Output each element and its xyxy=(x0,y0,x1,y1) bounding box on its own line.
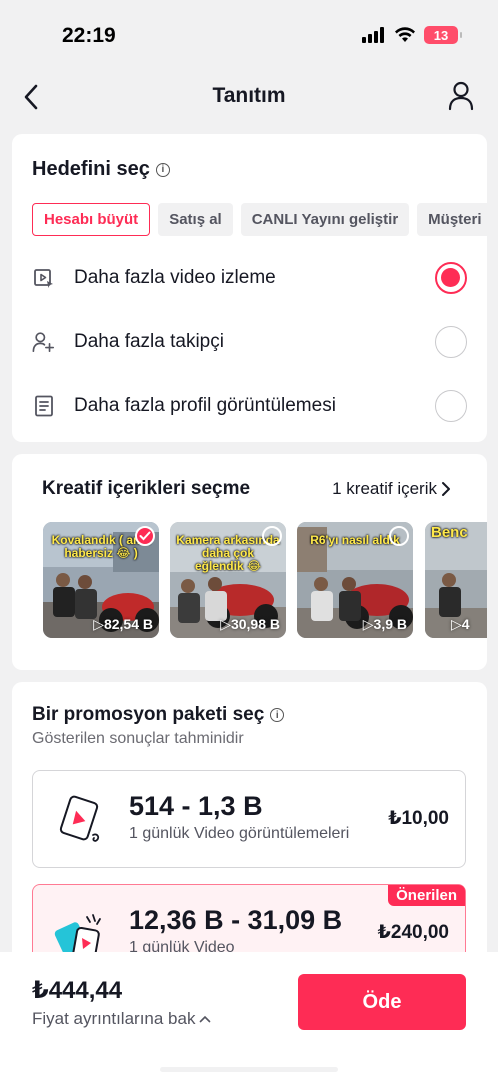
info-icon[interactable]: i xyxy=(155,162,170,177)
goal-card: Hedefini seç i Hesabı büyüt Satış al CAN… xyxy=(12,134,487,442)
status-time: 22:19 xyxy=(62,24,116,47)
person-icon xyxy=(448,81,474,111)
radio-selected[interactable] xyxy=(435,262,467,294)
add-user-icon xyxy=(32,330,56,354)
thumbnail-caption: Benc xyxy=(431,524,468,541)
creative-count-label: 1 kreatif içerik xyxy=(332,479,437,498)
package-description: 1 günlük Video görüntülemeleri xyxy=(129,825,350,842)
thumbnail-views: ▷30,98 B xyxy=(220,616,280,632)
package-title: Bir promosyon paketi seç i xyxy=(32,704,285,726)
price-details-link[interactable]: Fiyat ayrıntılarına bak xyxy=(32,1009,211,1029)
creative-thumbnail[interactable]: Kamera arkasında daha çok eğlendik 😂 ▷30… xyxy=(170,522,286,638)
chevron-right-icon xyxy=(442,482,450,496)
creative-title: Kreatif içerikleri seçme xyxy=(42,478,251,499)
status-bar: 22:19 13 xyxy=(0,0,498,70)
wifi-icon xyxy=(395,27,415,42)
price-details-label: Fiyat ayrıntılarına bak xyxy=(32,1009,196,1028)
creative-thumbnail[interactable]: R6'yı nasıl aldık ▷3,9 B xyxy=(297,522,413,638)
signal-icon xyxy=(362,27,384,43)
radio-unselected[interactable] xyxy=(435,390,467,422)
creative-count-link[interactable]: 1 kreatif içerik xyxy=(332,479,451,499)
option-label: Daha fazla video izleme xyxy=(74,267,276,288)
option-more-video-views[interactable]: Daha fazla video izleme xyxy=(32,258,467,298)
package-title-text: Bir promosyon paketi seç xyxy=(32,704,265,725)
goal-chips: Hesabı büyüt Satış al CANLI Yayını geliş… xyxy=(32,203,487,236)
package-subtitle: Gösterilen sonuçlar tahminidir xyxy=(32,730,244,747)
document-icon xyxy=(32,394,56,418)
home-indicator xyxy=(160,1067,338,1072)
option-label: Daha fazla takipçi xyxy=(74,331,224,352)
info-icon[interactable]: i xyxy=(270,708,285,722)
package-card: Bir promosyon paketi seç i Gösterilen so… xyxy=(12,682,487,982)
thumbnail-views: ▷82,54 B xyxy=(93,616,153,632)
header: Tanıtım xyxy=(0,70,498,124)
chevron-up-icon xyxy=(200,1015,211,1023)
battery-icon: 13 xyxy=(424,26,462,44)
thumbnail-views: ▷4 xyxy=(451,616,470,632)
package-range: 514 - 1,3 B xyxy=(129,791,263,821)
video-play-icon xyxy=(32,266,56,290)
thumbnail-checkbox[interactable] xyxy=(262,526,282,546)
page-title: Tanıtım xyxy=(212,84,286,107)
radio-unselected[interactable] xyxy=(435,326,467,358)
creative-thumbnail[interactable]: Benc ▷4 xyxy=(425,522,487,638)
chip-boost-live[interactable]: CANLI Yayını geliştir xyxy=(240,203,410,236)
chip-get-sales[interactable]: Satış al xyxy=(158,203,233,236)
thumbnail-views: ▷3,9 B xyxy=(362,616,407,632)
package-price: ₺240,00 xyxy=(377,922,449,943)
thumbnail-checkbox-checked[interactable] xyxy=(135,526,155,546)
creative-thumbnail[interactable]: Kovalandık ( ama habersiz 😂 ) ▷82,54 B xyxy=(43,522,159,638)
option-more-followers[interactable]: Daha fazla takipçi xyxy=(32,322,467,362)
pay-button[interactable]: Öde xyxy=(298,974,466,1030)
status-icons: 13 xyxy=(362,26,462,44)
option-label: Daha fazla profil görüntülemesi xyxy=(74,395,336,416)
chip-grow-account[interactable]: Hesabı büyüt xyxy=(32,203,151,236)
goal-title: Hedefini seç i xyxy=(32,158,170,181)
profile-button[interactable] xyxy=(446,80,476,112)
creative-card: Kreatif içerikleri seçme 1 kreatif içeri… xyxy=(12,454,487,670)
checkout-bar: ₺444,44 Fiyat ayrıntılarına bak Öde xyxy=(0,952,498,1080)
total-price: ₺444,44 xyxy=(32,977,123,1004)
thumbnail-checkbox[interactable] xyxy=(389,526,409,546)
creative-thumbnails: Kovalandık ( ama habersiz 😂 ) ▷82,54 B K… xyxy=(43,522,487,638)
package-price: ₺10,00 xyxy=(388,808,449,829)
package-range: 12,36 B - 31,09 B xyxy=(129,905,343,935)
goal-title-text: Hedefini seç xyxy=(32,158,150,180)
option-more-profile-views[interactable]: Daha fazla profil görüntülemesi xyxy=(32,386,467,426)
chip-customer[interactable]: Müşteri xyxy=(417,203,487,236)
package-option[interactable]: 514 - 1,3 B 1 günlük Video görüntülemele… xyxy=(32,770,466,868)
recommended-badge: Önerilen xyxy=(388,885,465,906)
video-card-icon xyxy=(59,795,100,842)
